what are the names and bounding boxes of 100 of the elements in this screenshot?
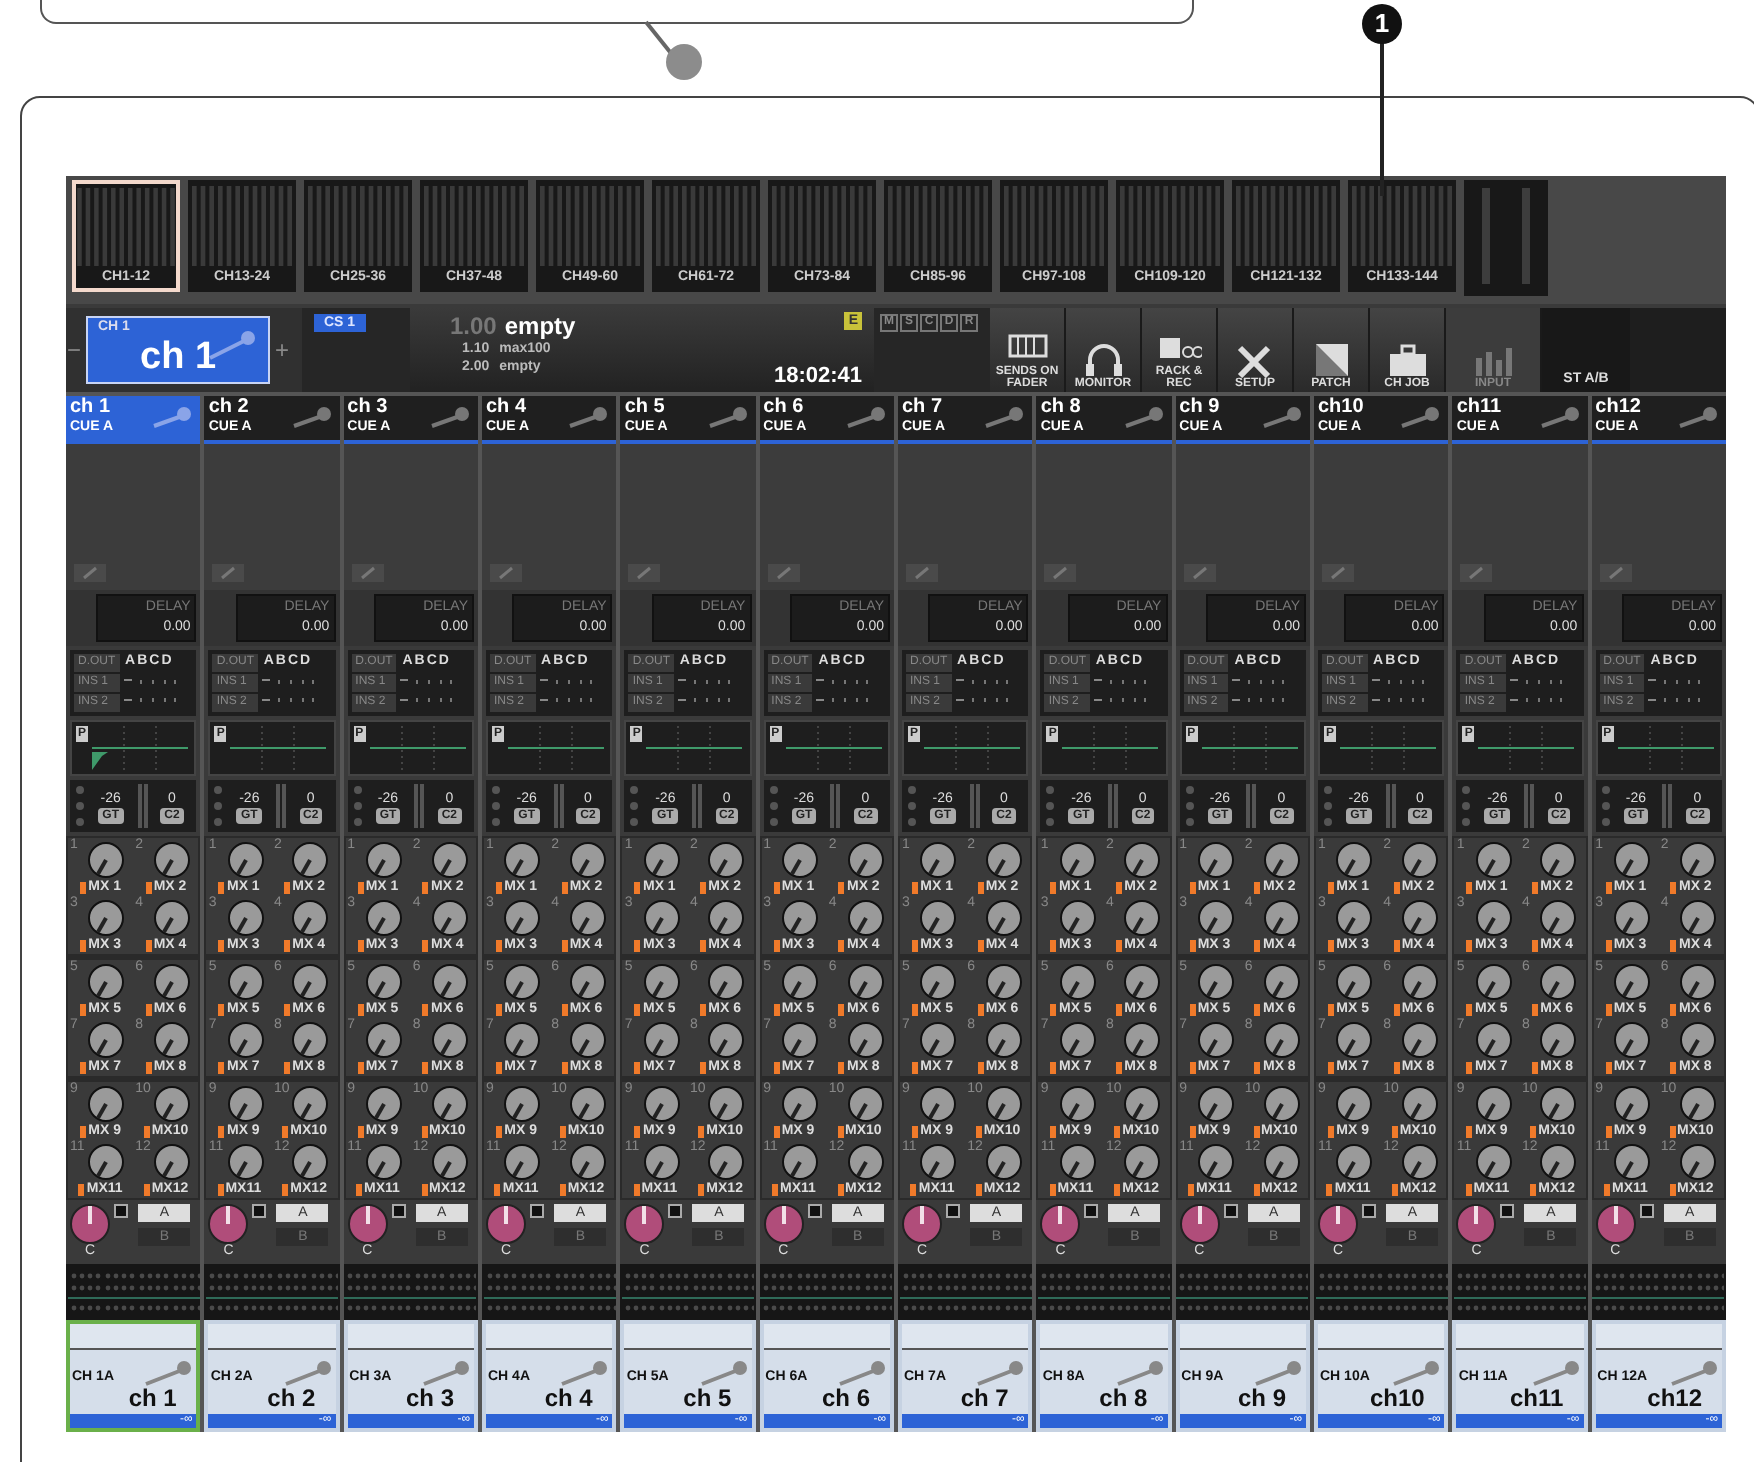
send-indicator [357,881,364,893]
knob-icon [1613,964,1650,1000]
meter-drawing [1599,784,1612,828]
eq-graph-drawing [1062,726,1159,770]
send-indicator [1254,881,1261,893]
knob-icon [1401,964,1438,1000]
microphone-icon [150,406,195,430]
bar-graph-icon [1471,342,1515,378]
knob-icon [920,900,957,936]
send-indicator [78,1183,85,1195]
indicator-square [391,1204,406,1218]
meter-drawing [1460,784,1473,828]
knob-icon [1401,1022,1438,1058]
knob-icon [1263,1144,1300,1180]
send-indicator [422,939,429,951]
send-indicator [1254,1003,1261,1015]
knob-icon [643,1144,680,1180]
knob-icon [1124,900,1161,936]
meter-drawing [1350,182,1454,266]
meter-drawing [1234,182,1338,266]
knob-icon [1401,842,1438,878]
knob-icon [1263,964,1300,1000]
send-indicator [1605,1125,1612,1137]
knob-icon [1401,900,1438,936]
meter-drawing [74,784,86,828]
microphone-icon [705,406,750,430]
send-indicator [1670,881,1677,893]
send-indicator [1466,939,1473,951]
send-indicator [145,881,152,893]
knob-icon [1197,1022,1234,1058]
send-indicator [218,1061,225,1073]
knob-icon [643,1022,680,1058]
knob-icon [1475,1144,1512,1180]
knob-icon [227,1022,264,1058]
meter-drawing [551,784,564,828]
knob-icon [227,842,264,878]
microphone-icon [1252,1360,1304,1388]
send-indicator [218,939,225,951]
send-indicator [837,1183,844,1195]
channel-name: ch12 [1647,1384,1702,1412]
knob-icon [365,964,402,1000]
knob-icon [88,900,125,936]
knob-icon [1401,1144,1438,1180]
send-indicator [218,1125,225,1137]
send-indicator [912,1003,919,1015]
meter-drawing [190,182,294,266]
send-indicator [282,1125,289,1137]
knob-icon [920,964,957,1000]
send-indicator [284,1061,291,1073]
knob-icon [365,1144,402,1180]
knob-icon [1124,1086,1161,1122]
knob-icon [1336,1144,1373,1180]
send-indicator [1326,1183,1333,1195]
channel-name: ch11 [1509,1384,1564,1412]
knob-icon [781,1086,818,1122]
indicator-square [1084,1204,1099,1218]
knob-icon [504,900,541,936]
previous-channel-button[interactable]: − [66,336,82,364]
send-indicator [1188,1183,1195,1195]
pan-knob-icon [624,1204,665,1244]
indicator-square [252,1204,267,1218]
microphone-icon [1529,1360,1582,1388]
channel-name: ch 8 [1099,1384,1148,1412]
knob-icon [227,1144,264,1180]
send-indicator [912,939,919,951]
send-indicator [1670,1061,1677,1073]
knob-icon [985,1086,1022,1122]
next-channel-button[interactable]: + [274,336,290,364]
link-icon [1599,564,1632,582]
knob-icon [153,964,190,1000]
send-indicator [1466,1003,1473,1015]
send-indicator [698,1125,705,1137]
send-indicator [357,1003,364,1015]
knob-icon [920,1144,957,1180]
knob-icon [781,900,818,936]
meter-drawing [412,784,425,828]
send-indicator [1393,939,1400,951]
microphone-icon [1390,1360,1443,1388]
knob-icon [643,842,680,878]
knob-icon [1197,964,1234,1000]
send-indicator [143,1125,150,1137]
clock-time: 18:02:41 [773,364,862,388]
eq-graph-drawing [1340,726,1437,770]
send-indicator [773,1061,780,1073]
send-indicator [561,1003,568,1015]
knob-icon [985,900,1022,936]
knob-icon [504,1086,541,1122]
send-indicator [1465,1183,1472,1195]
eq-graph-drawing [369,726,466,770]
meter-drawing [212,784,225,828]
send-indicator [977,939,984,951]
send-indicator [1328,881,1335,893]
send-indicator [1116,1061,1123,1073]
microphone-icon [1537,406,1582,430]
send-indicator [700,1003,707,1015]
knob-icon [1197,1086,1234,1122]
pan-knob-icon [1179,1204,1220,1244]
send-indicator [1050,939,1057,951]
send-indicator [357,939,364,951]
send-indicator [1391,1183,1398,1195]
